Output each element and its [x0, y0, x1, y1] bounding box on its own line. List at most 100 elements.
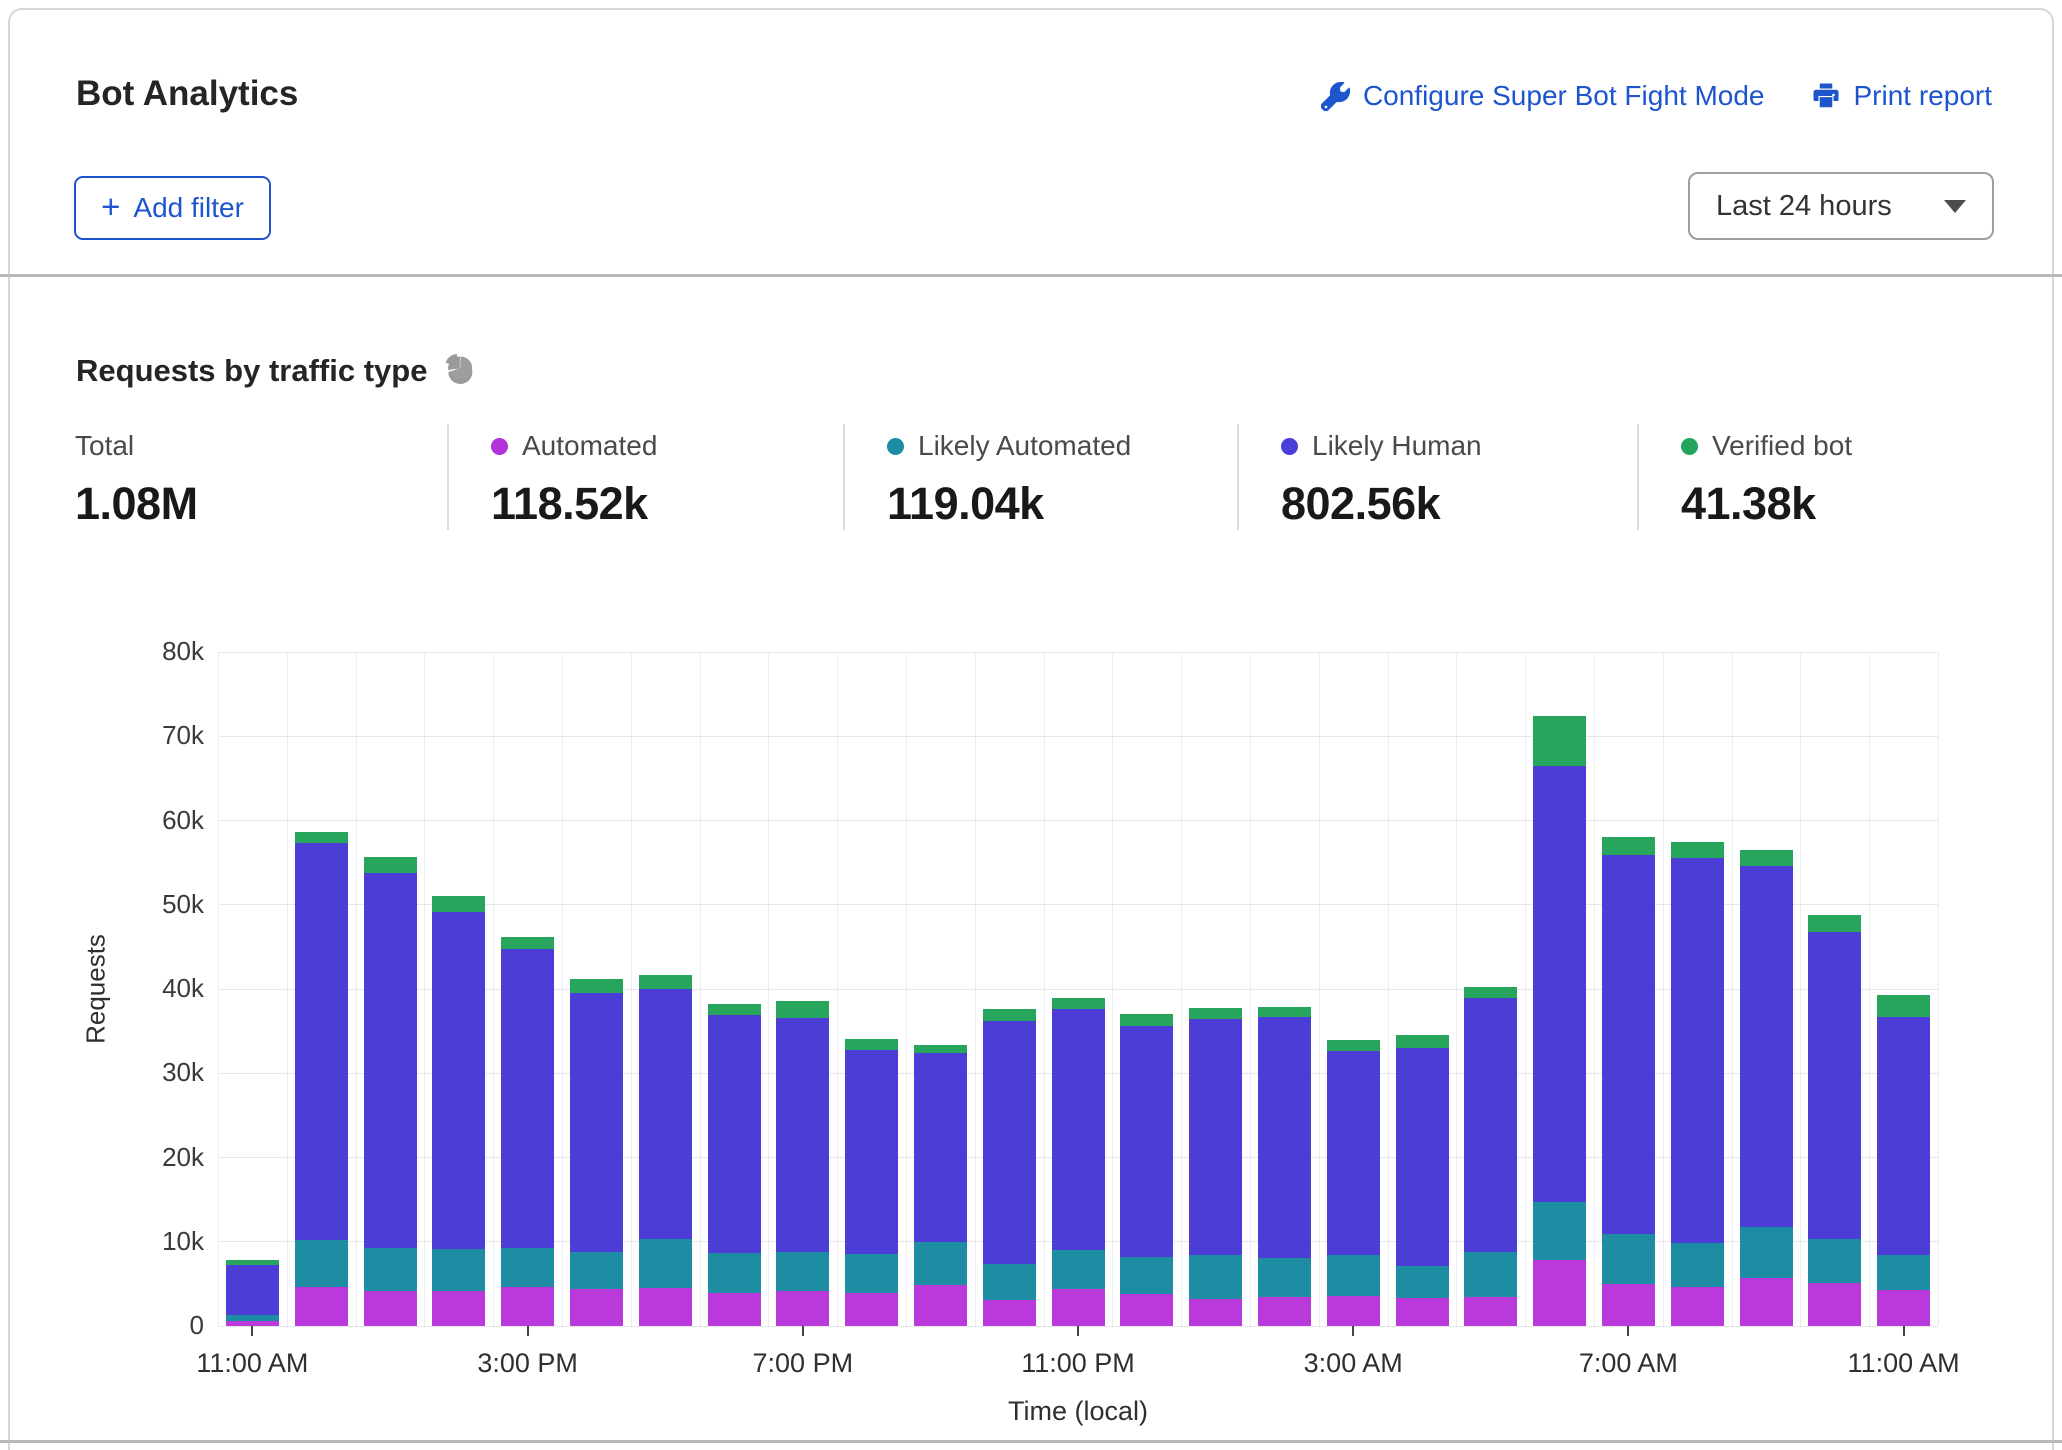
- likely-human-segment: [1464, 998, 1517, 1252]
- chart-bar-1200pm[interactable]: [295, 832, 348, 1326]
- chart-bar-1100am[interactable]: [226, 1260, 279, 1326]
- add-filter-button[interactable]: + Add filter: [74, 176, 271, 240]
- chart-bar-800am[interactable]: [1671, 842, 1724, 1326]
- x-tick-mark: [1903, 1326, 1905, 1336]
- chart-bar-300pm[interactable]: [501, 937, 554, 1326]
- automated-segment: [432, 1291, 485, 1326]
- chart-bar-900am[interactable]: [1740, 850, 1793, 1326]
- pie-chart-icon[interactable]: [443, 352, 475, 389]
- likely-human-segment: [639, 989, 692, 1239]
- stat-verified-bot: Verified bot 41.38k: [1637, 424, 1987, 530]
- likely-human-segment: [1258, 1017, 1311, 1258]
- chart-bar-1100am[interactable]: [1877, 995, 1930, 1326]
- verified-bot-segment: [1533, 716, 1586, 766]
- likely-human-segment: [364, 873, 417, 1248]
- x-tick-label: 7:00 AM: [1579, 1348, 1678, 1379]
- verified-bot-segment: [639, 975, 692, 989]
- y-tick-label: 60k: [162, 805, 204, 836]
- likely-automated-segment: [364, 1248, 417, 1291]
- stat-likely-human: Likely Human 802.56k: [1237, 424, 1637, 530]
- chart-bar-1200am[interactable]: [1120, 1014, 1173, 1326]
- stat-likely-human-value: 802.56k: [1281, 478, 1607, 530]
- gridline-h: [218, 736, 1938, 737]
- chart-bar-300am[interactable]: [1327, 1040, 1380, 1326]
- chart-bar-1000pm[interactable]: [983, 1009, 1036, 1326]
- likely-automated-segment: [639, 1239, 692, 1288]
- y-axis-labels: 010k20k30k40k50k60k70k80k: [130, 652, 204, 1326]
- x-tick-mark: [527, 1326, 529, 1336]
- gridline-v: [1869, 652, 1870, 1326]
- chart-bar-800pm[interactable]: [845, 1039, 898, 1326]
- likely-human-segment: [432, 912, 485, 1249]
- likely-human-segment: [1120, 1026, 1173, 1257]
- chart-bar-400am[interactable]: [1396, 1035, 1449, 1326]
- stat-verified-bot-label: Verified bot: [1712, 430, 1852, 462]
- stat-total-label: Total: [75, 430, 134, 462]
- print-report-link[interactable]: Print report: [1811, 80, 1993, 112]
- chart-bar-1100pm[interactable]: [1052, 998, 1105, 1326]
- likely-human-segment: [1327, 1051, 1380, 1256]
- likely-human-segment: [570, 993, 623, 1252]
- chart-bar-400pm[interactable]: [570, 979, 623, 1326]
- automated-segment: [776, 1291, 829, 1326]
- automated-segment: [1808, 1283, 1861, 1326]
- chart-bar-500am[interactable]: [1464, 987, 1517, 1326]
- gridline-h: [218, 652, 1938, 653]
- chart-bar-600pm[interactable]: [708, 1004, 761, 1326]
- likely-human-segment: [708, 1015, 761, 1253]
- x-tick-label: 11:00 AM: [196, 1348, 308, 1379]
- verified-bot-segment: [1189, 1008, 1242, 1019]
- chart-bar-1000am[interactable]: [1808, 915, 1861, 1326]
- automated-segment: [1396, 1298, 1449, 1326]
- chart-bar-100am[interactable]: [1189, 1008, 1242, 1326]
- stat-automated: Automated 118.52k: [447, 424, 843, 530]
- wrench-icon: [1321, 82, 1350, 111]
- chevron-down-icon: [1944, 200, 1966, 213]
- verified-bot-segment: [708, 1004, 761, 1015]
- gridline-v: [837, 652, 838, 1326]
- verified-bot-segment: [1464, 987, 1517, 999]
- verified-bot-segment: [1327, 1040, 1380, 1051]
- automated-segment: [639, 1288, 692, 1326]
- printer-icon: [1811, 81, 1841, 111]
- chart-bar-200pm[interactable]: [432, 896, 485, 1326]
- configure-super-bot-fight-mode-link[interactable]: Configure Super Bot Fight Mode: [1321, 80, 1765, 112]
- gridline-v: [562, 652, 563, 1326]
- verified-bot-segment: [1120, 1014, 1173, 1026]
- gridline-v: [1663, 652, 1664, 1326]
- automated-segment: [1533, 1260, 1586, 1326]
- gridline-v: [975, 652, 976, 1326]
- stat-likely-automated-value: 119.04k: [887, 478, 1207, 530]
- likely-human-segment: [776, 1018, 829, 1252]
- plus-icon: +: [101, 190, 120, 223]
- time-range-select[interactable]: Last 24 hours: [1688, 172, 1994, 240]
- verified-bot-segment: [1808, 915, 1861, 932]
- y-tick-label: 70k: [162, 720, 204, 751]
- automated-segment: [1120, 1294, 1173, 1326]
- automated-segment: [295, 1287, 348, 1326]
- chart-bar-700pm[interactable]: [776, 1001, 829, 1326]
- verified-bot-segment: [1396, 1035, 1449, 1048]
- section-heading: Requests by traffic type: [76, 352, 475, 389]
- gridline-v: [1800, 652, 1801, 1326]
- x-tick-mark: [1352, 1326, 1354, 1336]
- verified-bot-segment: [914, 1045, 967, 1053]
- likely-automated-segment: [432, 1249, 485, 1291]
- chart-bar-600am[interactable]: [1533, 716, 1586, 1326]
- chart-bar-200am[interactable]: [1258, 1007, 1311, 1326]
- chart-bar-900pm[interactable]: [914, 1045, 967, 1326]
- x-axis-title: Time (local): [218, 1396, 1938, 1427]
- page-title: Bot Analytics: [76, 74, 298, 114]
- gridline-v: [287, 652, 288, 1326]
- header-links: Configure Super Bot Fight Mode Print rep…: [1321, 80, 1992, 112]
- gridline-v: [1319, 652, 1320, 1326]
- verified-bot-segment: [1671, 842, 1724, 858]
- bottom-divider: [0, 1440, 2062, 1443]
- likely-automated-segment: [1671, 1243, 1724, 1287]
- chart-bar-700am[interactable]: [1602, 837, 1655, 1326]
- chart-bar-500pm[interactable]: [639, 975, 692, 1326]
- y-tick-label: 50k: [162, 889, 204, 920]
- chart-bar-100pm[interactable]: [364, 857, 417, 1326]
- verified-bot-segment: [1740, 850, 1793, 866]
- likely-automated-segment: [570, 1252, 623, 1289]
